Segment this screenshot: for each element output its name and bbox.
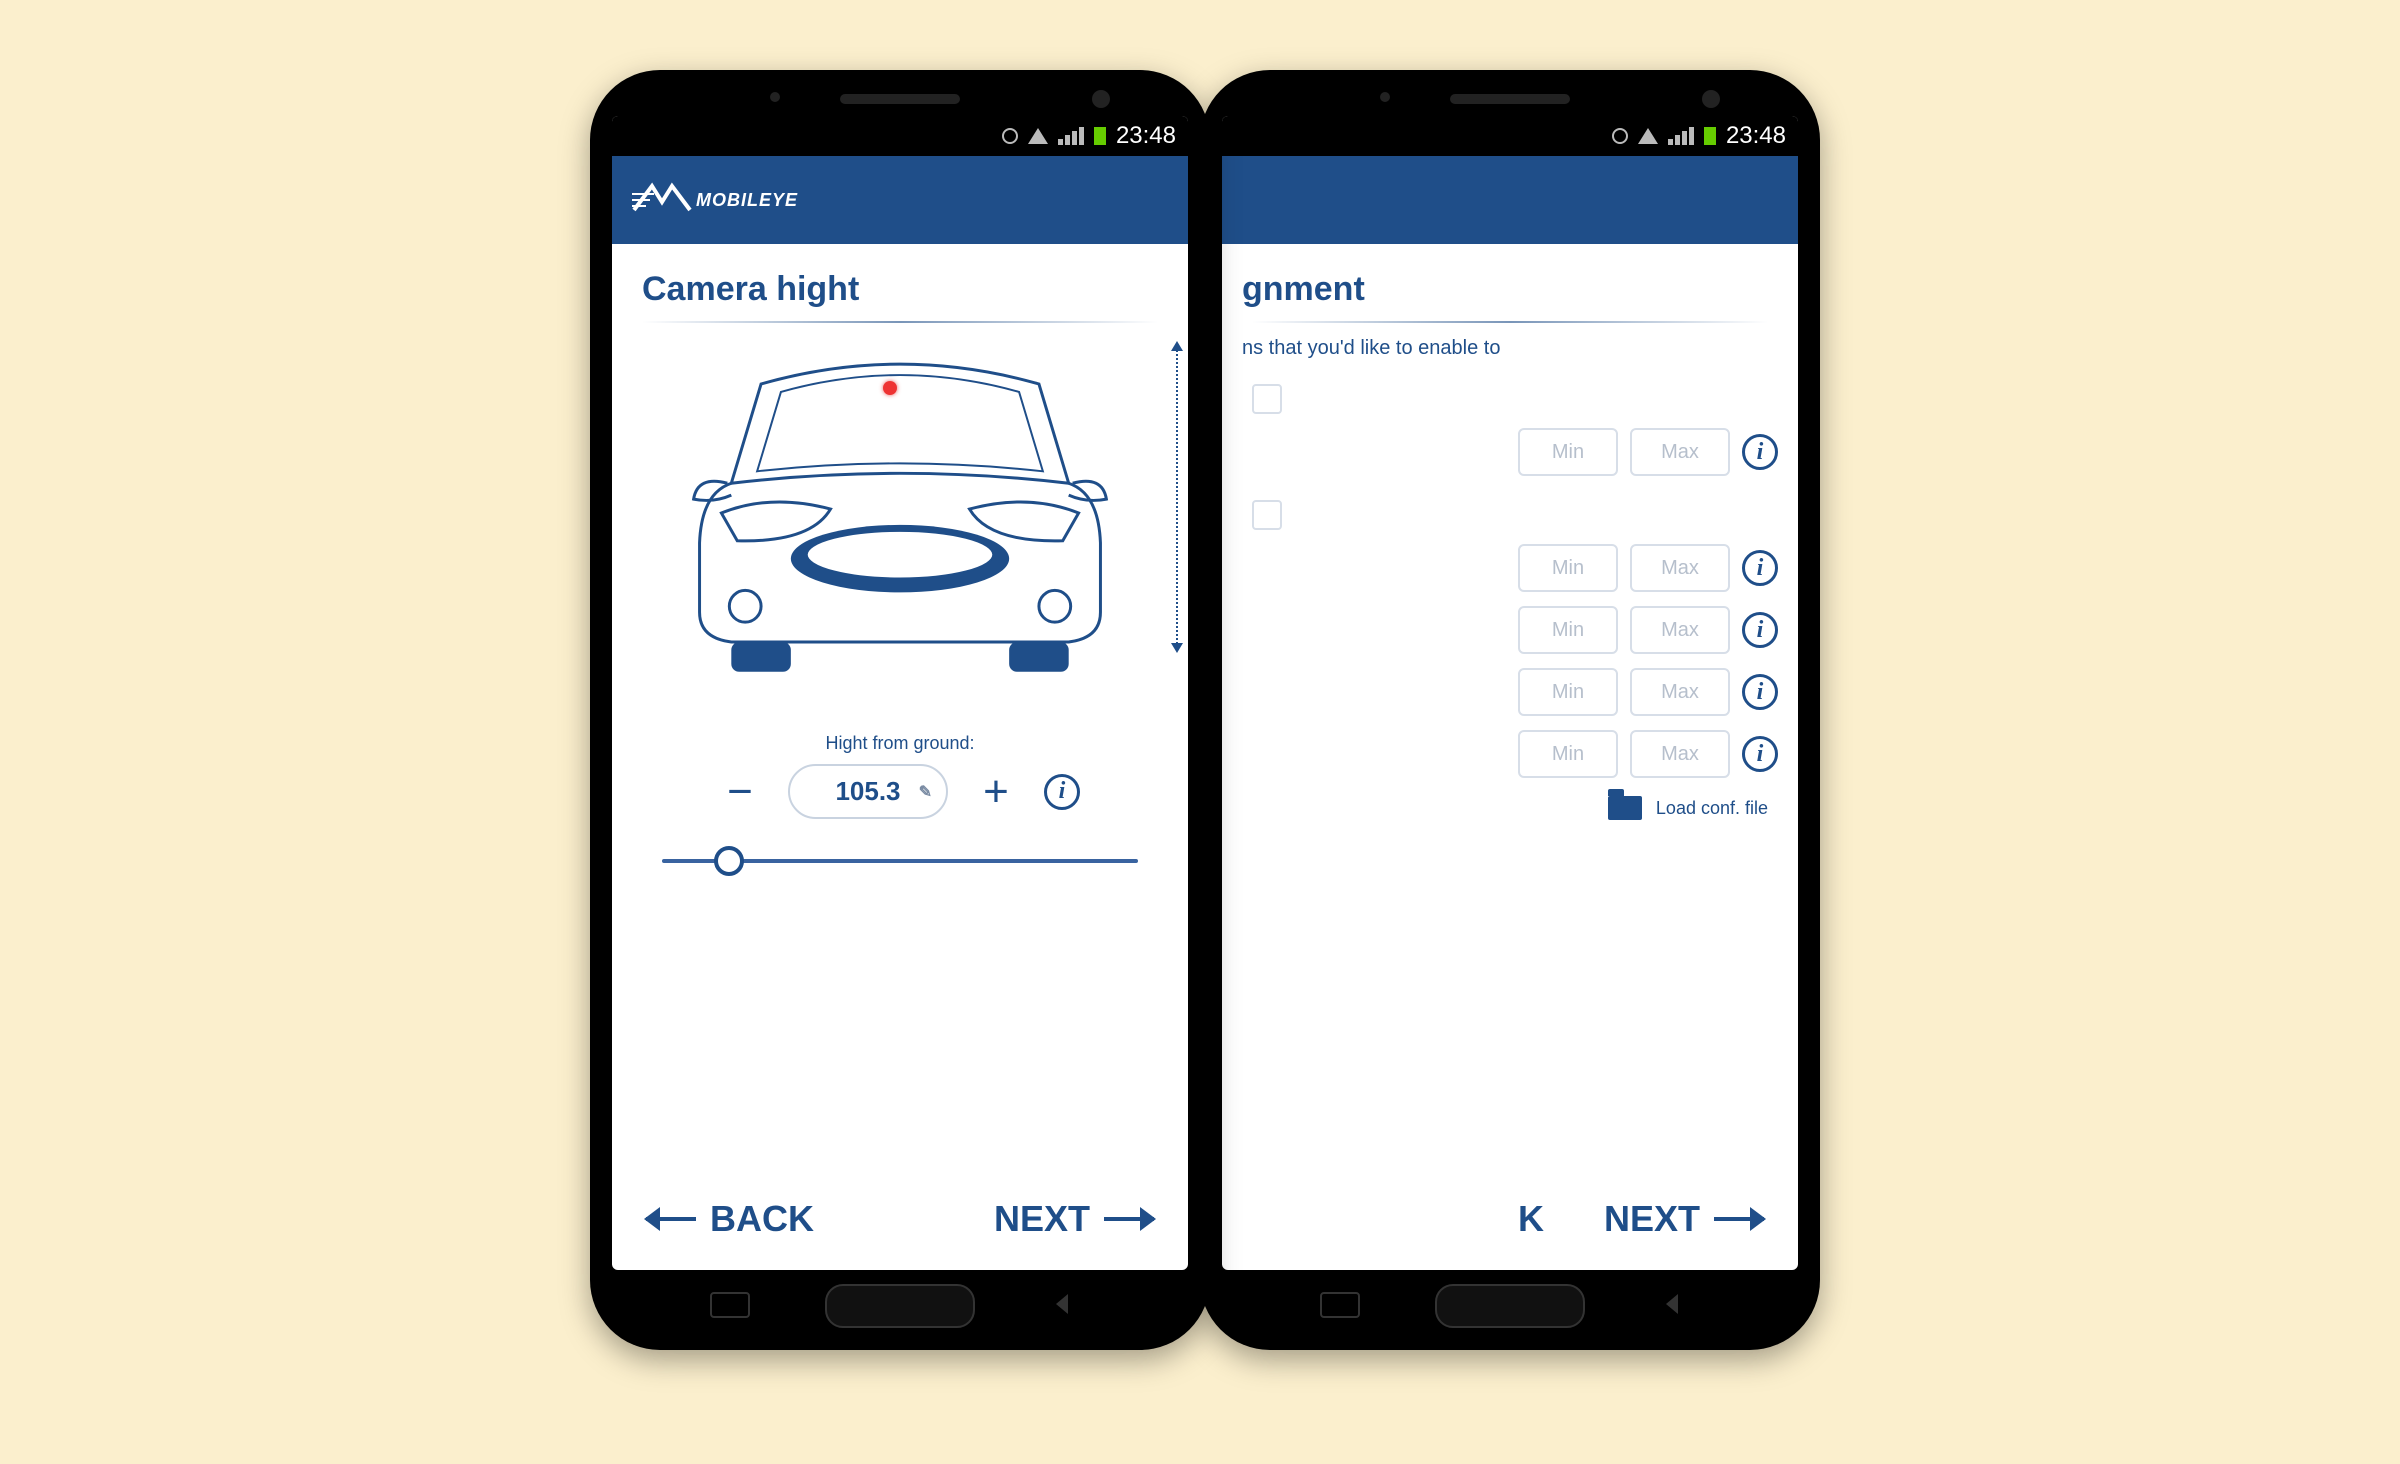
next-button[interactable]: NEXT xyxy=(994,1198,1154,1240)
info-icon[interactable]: i xyxy=(1742,674,1778,710)
info-icon[interactable]: i xyxy=(1742,550,1778,586)
wifi-icon xyxy=(1028,128,1048,144)
min-input-2[interactable]: Min xyxy=(1518,544,1618,592)
alarm-icon xyxy=(1002,128,1018,144)
home-button[interactable] xyxy=(825,1284,975,1328)
height-from-ground-label: Hight from ground: xyxy=(642,733,1158,754)
min-input-5[interactable]: Min xyxy=(1518,730,1618,778)
info-icon[interactable]: i xyxy=(1742,736,1778,772)
wifi-icon xyxy=(1638,128,1658,144)
car-front-illustration xyxy=(642,343,1158,683)
min-input-3[interactable]: Min xyxy=(1518,606,1618,654)
camera-position-marker xyxy=(883,381,897,395)
back-button-partial[interactable]: K xyxy=(1512,1198,1544,1240)
height-slider[interactable] xyxy=(662,859,1138,863)
status-bar: 23:48 xyxy=(612,116,1188,156)
slider-thumb[interactable] xyxy=(714,846,744,876)
arrow-left-icon xyxy=(646,1217,696,1221)
app-header xyxy=(1222,156,1798,244)
option-checkbox-2[interactable] xyxy=(1252,500,1282,530)
battery-icon xyxy=(1704,127,1716,145)
arrow-right-icon xyxy=(1714,1217,1764,1221)
height-dimension-arrow xyxy=(1176,347,1178,647)
range-row-5: Min Max i xyxy=(1252,730,1778,778)
max-input-5[interactable]: Max xyxy=(1630,730,1730,778)
mobileye-logo-icon xyxy=(632,180,692,220)
info-icon[interactable]: i xyxy=(1742,612,1778,648)
load-conf-label: Load conf. file xyxy=(1656,798,1768,819)
signal-icon xyxy=(1668,127,1694,145)
signal-icon xyxy=(1058,127,1084,145)
max-input-1[interactable]: Max xyxy=(1630,428,1730,476)
next-label: NEXT xyxy=(994,1198,1090,1240)
back-label: BACK xyxy=(710,1198,814,1240)
app-header: MOBILEYE xyxy=(612,156,1188,244)
range-row-1: Min Max i xyxy=(1252,428,1778,476)
car-diagram xyxy=(612,333,1188,723)
max-input-4[interactable]: Max xyxy=(1630,668,1730,716)
max-input-3[interactable]: Max xyxy=(1630,606,1730,654)
status-clock: 23:48 xyxy=(1116,122,1176,150)
min-input-1[interactable]: Min xyxy=(1518,428,1618,476)
range-row-2: Min Max i xyxy=(1252,544,1778,592)
app-screen-camera-height: 23:48 MOBILEYE Camera hight xyxy=(612,116,1188,1270)
min-input-4[interactable]: Min xyxy=(1518,668,1618,716)
home-button[interactable] xyxy=(1435,1284,1585,1328)
alarm-icon xyxy=(1612,128,1628,144)
info-icon[interactable]: i xyxy=(1044,774,1080,810)
next-label: NEXT xyxy=(1604,1198,1700,1240)
brand-name: MOBILEYE xyxy=(696,190,798,211)
next-button[interactable]: NEXT xyxy=(1604,1198,1764,1240)
page-title: Camera hight xyxy=(612,244,1188,321)
info-icon[interactable]: i xyxy=(1742,434,1778,470)
recent-apps-button[interactable] xyxy=(710,1292,750,1318)
height-value-input[interactable]: 105.3 ✎ xyxy=(788,764,948,819)
status-bar: 23:48 xyxy=(1222,116,1798,156)
android-back-button[interactable] xyxy=(1660,1292,1700,1318)
status-clock: 23:48 xyxy=(1726,122,1786,150)
range-row-4: Min Max i xyxy=(1252,668,1778,716)
range-row-3: Min Max i xyxy=(1252,606,1778,654)
edit-icon: ✎ xyxy=(919,782,932,802)
height-value: 105.3 xyxy=(835,776,900,806)
increase-button[interactable]: + xyxy=(976,770,1016,814)
android-back-button[interactable] xyxy=(1050,1292,1090,1318)
recent-apps-button[interactable] xyxy=(1320,1292,1360,1318)
battery-icon xyxy=(1094,127,1106,145)
phone-left: 23:48 MOBILEYE Camera hight xyxy=(590,70,1210,1350)
load-conf-button[interactable]: Load conf. file xyxy=(1222,778,1798,820)
page-instruction: ns that you'd like to enable to xyxy=(1222,333,1798,374)
option-checkbox-1[interactable] xyxy=(1252,384,1282,414)
decrease-button[interactable]: − xyxy=(720,770,760,814)
max-input-2[interactable]: Max xyxy=(1630,544,1730,592)
folder-icon xyxy=(1608,796,1642,820)
arrow-right-icon xyxy=(1104,1217,1154,1221)
app-screen-assignment: 23:48 gnment ns that you'd like to enabl… xyxy=(1222,116,1798,1270)
page-title: gnment xyxy=(1222,244,1798,321)
phone-right: 23:48 gnment ns that you'd like to enabl… xyxy=(1200,70,1820,1350)
back-button[interactable]: BACK xyxy=(646,1198,814,1240)
